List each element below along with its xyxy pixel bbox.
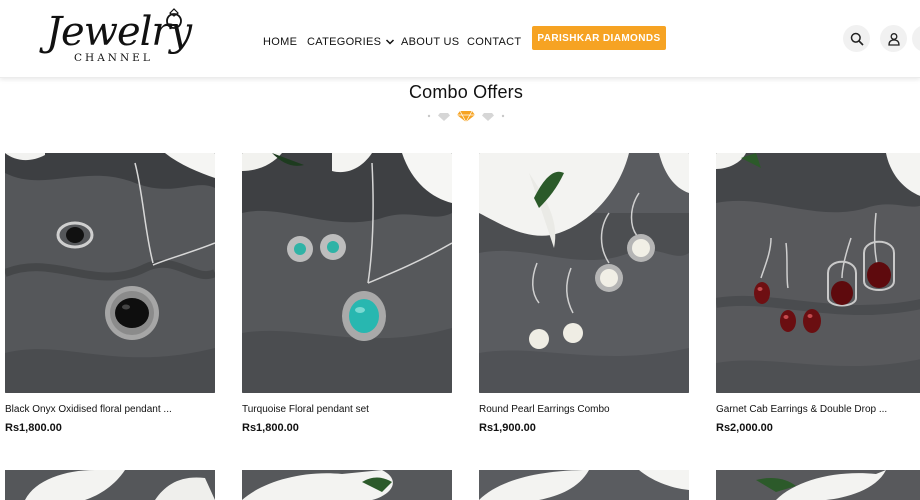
product-image-pearl[interactable]	[479, 153, 689, 393]
cart-button[interactable]	[912, 25, 920, 52]
account-button[interactable]	[880, 25, 907, 52]
section-title: Combo Offers	[408, 82, 524, 102]
product-image-row2[interactable]	[5, 470, 215, 500]
product-name[interactable]: Turquoise Floral pendant set	[242, 403, 447, 416]
nav-contact[interactable]: CONTACT	[467, 35, 521, 49]
product-image-row2[interactable]	[716, 470, 920, 500]
section-divider	[427, 110, 505, 123]
parishkar-diamonds-button[interactable]: PARISHKAR DIAMONDS	[532, 26, 666, 50]
product-image-turquoise[interactable]	[242, 153, 452, 393]
product-price: Rs1,800.00	[5, 422, 62, 434]
product-card[interactable]: Round Pearl Earrings Combo Rs1,900.00	[479, 153, 694, 435]
product-price: Rs1,800.00	[242, 422, 299, 434]
product-image-black-onyx[interactable]	[5, 153, 215, 393]
product-name[interactable]: Black Onyx Oxidised floral pendant ...	[5, 403, 210, 416]
diamond-icon	[438, 113, 450, 121]
site-header: Jewelry CHANNEL HOME CATEGORIES ABOUT US…	[0, 0, 920, 78]
diamond-icon	[482, 113, 494, 121]
nav-home[interactable]: HOME	[263, 35, 297, 49]
product-image-row2[interactable]	[479, 470, 689, 500]
user-icon	[887, 32, 900, 46]
product-name[interactable]: Round Pearl Earrings Combo	[479, 403, 684, 416]
search-icon	[850, 32, 864, 46]
nav-categories[interactable]: CATEGORIES	[307, 35, 395, 49]
product-price: Rs1,900.00	[479, 422, 536, 434]
product-image-garnet[interactable]	[716, 153, 920, 393]
product-card[interactable]: Turquoise Floral pendant set Rs1,800.00	[242, 153, 457, 435]
chevron-down-icon	[386, 39, 395, 45]
nav-categories-label: CATEGORIES	[307, 36, 382, 48]
search-button[interactable]	[843, 25, 870, 52]
brand-logo[interactable]: Jewelry CHANNEL	[46, 8, 192, 68]
product-name[interactable]: Garnet Cab Earrings & Double Drop ...	[716, 403, 920, 416]
brand-logo-subtitle: CHANNEL	[74, 52, 153, 64]
product-card[interactable]: Garnet Cab Earrings & Double Drop ... Rs…	[716, 153, 920, 435]
ring-icon	[166, 8, 182, 29]
product-price: Rs2,000.00	[716, 422, 773, 434]
product-card[interactable]: Black Onyx Oxidised floral pendant ... R…	[5, 153, 220, 435]
product-image-row2[interactable]	[242, 470, 452, 500]
diamond-icon-accent	[457, 111, 475, 122]
nav-about-us[interactable]: ABOUT US	[401, 35, 459, 49]
